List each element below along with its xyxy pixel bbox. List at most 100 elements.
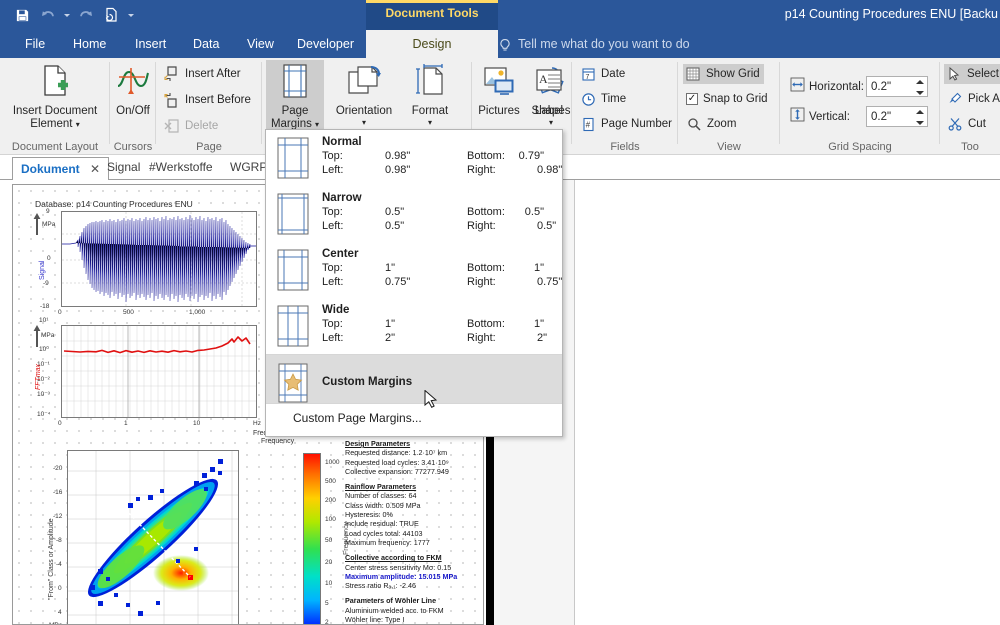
margin-bottom-label: Bottom: xyxy=(467,206,505,218)
orientation-caret-icon[interactable]: ▾ xyxy=(362,117,366,130)
margin-right-label: Right: xyxy=(467,164,496,176)
colorbar-tick-6: 10 xyxy=(325,580,333,587)
margin-preset-narrow[interactable]: Narrow Top: 0.5" Bottom: 0.5" Left: 0.5"… xyxy=(266,186,562,242)
pick-attributes-button[interactable]: Pick At xyxy=(947,89,1000,109)
tell-me-search[interactable]: Tell me what do you want to do xyxy=(496,30,690,58)
insert-after-button[interactable]: Insert After xyxy=(164,64,241,84)
zoom-button[interactable]: Zoom xyxy=(686,114,736,134)
chart-signal-plot-area xyxy=(61,211,257,307)
ribbon-tab-developer[interactable]: Developer xyxy=(286,30,365,58)
insert-before-icon xyxy=(164,92,180,108)
chart-fft-xtick-1: 1 xyxy=(124,420,128,427)
label-button[interactable]: A Label xyxy=(528,60,570,118)
margin-right-label: Right: xyxy=(467,220,496,232)
chart-fft-ytick-0: 10¹ xyxy=(39,317,49,324)
page-margins-button[interactable]: Page Margins ▾ xyxy=(266,60,324,131)
pictures-icon xyxy=(482,60,516,102)
rainflow-parameter-line: Hysteresis: 0% xyxy=(345,510,393,520)
insert-before-button[interactable]: Insert Before xyxy=(164,90,251,110)
margin-top-label: Top: xyxy=(322,318,343,330)
canvas-right-background xyxy=(494,180,1000,625)
ribbon-group-page-edit: Insert After Insert Before Delete Page xyxy=(156,58,262,154)
pictures-button[interactable]: Pictures xyxy=(472,60,526,118)
format-button[interactable]: Format ▾ xyxy=(402,60,458,129)
margin-left-label: Left: xyxy=(322,164,344,176)
ribbon-tab-view[interactable]: View xyxy=(236,30,285,58)
customize-quick-access-icon[interactable] xyxy=(126,4,136,26)
save-icon[interactable] xyxy=(10,4,34,26)
woehler-line: Wöhler line: Type I xyxy=(345,615,405,625)
horizontal-spinner-icon[interactable] xyxy=(914,80,925,95)
ribbon-tab-insert[interactable]: Insert xyxy=(124,30,177,58)
ribbon-tab-data[interactable]: Data xyxy=(182,30,230,58)
pick-attributes-label: Pick At xyxy=(968,93,1000,105)
custom-margins-label: Custom Margins xyxy=(322,376,413,388)
colorbar-tick-1: 500 xyxy=(325,478,336,485)
ribbon-tab-design[interactable]: Design xyxy=(366,30,498,58)
margin-preset-name: Normal xyxy=(322,136,362,148)
margin-right-label: Right: xyxy=(467,332,496,344)
margin-bottom-label: Bottom: xyxy=(467,262,505,274)
redo-icon[interactable] xyxy=(74,4,98,26)
document-tab-werkstoffe[interactable]: #Werkstoffe xyxy=(141,156,221,180)
select-tool-button[interactable]: Select xyxy=(944,64,1000,84)
format-caret-icon[interactable]: ▾ xyxy=(428,117,432,130)
document-title: p14 Counting Procedures ENU [Backu xyxy=(784,7,998,21)
maximum-amplitude-highlight: Maximum amplitude: 15.015 MPa xyxy=(345,571,458,581)
undo-icon[interactable] xyxy=(36,4,60,26)
insert-after-icon xyxy=(164,66,180,82)
custom-page-margins-command[interactable]: Custom Page Margins... xyxy=(266,404,562,432)
margin-bottom-value: 1" xyxy=(533,318,544,330)
vertical-spacing-input[interactable]: 0.2" xyxy=(866,106,928,127)
insert-document-element-button[interactable]: Insert Document Element ▾ xyxy=(4,60,106,131)
margin-preset-body-center: Center Top: 1" Bottom: 1" Left: 0.75" Ri… xyxy=(322,248,562,298)
canvas-right-panel xyxy=(574,180,1000,625)
chart-signal-xtick-0: 0 xyxy=(58,309,62,316)
custom-page-margins-label: Custom Page Margins... xyxy=(293,411,422,425)
ribbon-tab-file[interactable]: File xyxy=(14,30,56,58)
margin-bottom-value: 0.79" xyxy=(518,150,544,162)
margin-preset-custom[interactable]: Custom Margins xyxy=(266,355,562,403)
quick-access-toolbar xyxy=(10,4,136,26)
page-number-field-button[interactable]: # Page Number xyxy=(580,114,672,134)
tell-me-label: Tell me what do you want to do xyxy=(518,37,690,51)
horizontal-spacing-value: 0.2" xyxy=(871,80,892,93)
date-field-label: Date xyxy=(601,68,626,80)
date-field-button[interactable]: 7 Date xyxy=(580,64,625,84)
cut-button[interactable]: Cut xyxy=(947,114,986,134)
document-tab-dokument[interactable]: Dokument ✕ xyxy=(12,157,110,181)
ribbon-group-fields: 7 Date Time # Page Number Fields xyxy=(572,58,678,154)
ribbon-group-cursors: On/Off Cursors xyxy=(110,58,156,154)
orientation-button[interactable]: Orientation ▾ xyxy=(330,60,398,129)
insert-document-element-label-line2: Element ▾ xyxy=(30,117,80,130)
vertical-spinner-icon[interactable] xyxy=(914,110,925,125)
page-margins-dropdown[interactable]: Normal Top: 0.98" Bottom: 0.79" Left: 0.… xyxy=(265,129,563,437)
rainflow-parameters-heading: Rainflow Parameters xyxy=(345,482,417,492)
undo-dropdown-icon[interactable] xyxy=(62,4,72,26)
chart-signal-ytick-1: 0 xyxy=(47,255,51,262)
svg-text:7: 7 xyxy=(585,74,589,81)
margin-right-value: 2" xyxy=(537,332,548,344)
margin-preset-name: Narrow xyxy=(322,192,362,204)
delete-icon xyxy=(164,118,180,134)
show-grid-toggle[interactable]: Show Grid xyxy=(683,64,764,84)
margin-preset-wide[interactable]: Wide Top: 1" Bottom: 1" Left: 2" Right: … xyxy=(266,298,562,354)
chart-fft-xtick-2: 10 xyxy=(193,420,201,427)
collective-heading: Collective according to FKM xyxy=(345,553,442,563)
time-field-button[interactable]: Time xyxy=(580,89,626,109)
margin-preset-center[interactable]: Center Top: 1" Bottom: 1" Left: 0.75" Ri… xyxy=(266,242,562,298)
snap-to-grid-checkbox[interactable]: ✓ Snap to Grid xyxy=(686,89,768,109)
woehler-line: Aluminium welded acc. to FKM xyxy=(345,605,444,615)
time-field-label: Time xyxy=(601,93,627,105)
chart-fft-xtick-0: 0 xyxy=(58,420,62,427)
colorbar xyxy=(303,453,321,624)
orientation-icon xyxy=(345,60,383,102)
refresh-document-icon[interactable] xyxy=(100,4,124,26)
ribbon-group-title-page-edit: Page xyxy=(196,141,222,153)
margin-preset-normal[interactable]: Normal Top: 0.98" Bottom: 0.79" Left: 0.… xyxy=(266,130,562,186)
cursors-on-off-button[interactable]: On/Off xyxy=(112,60,154,118)
ribbon-tab-home[interactable]: Home xyxy=(62,30,117,58)
horizontal-spacing-input[interactable]: 0.2" xyxy=(866,76,928,97)
margin-preset-name: Wide xyxy=(322,304,350,316)
collective-line: Center stress sensitivity Mσ: 0.15 xyxy=(345,562,452,572)
